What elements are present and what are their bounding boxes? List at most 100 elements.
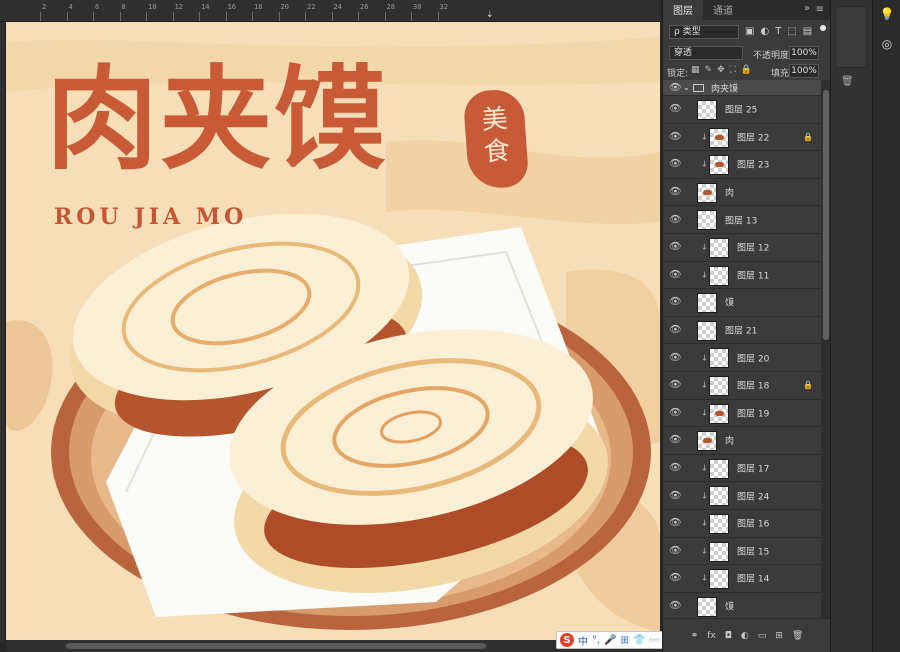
layer-row[interactable]: 👁 肉 (663, 427, 821, 455)
eye-icon[interactable]: 👁 (669, 269, 682, 280)
layer-thumbnail[interactable] (697, 320, 717, 341)
layer-thumbnail[interactable] (709, 265, 729, 286)
more-icon[interactable]: ⋯ (649, 635, 659, 646)
lock-position-icon[interactable]: ✥ (717, 65, 725, 75)
layer-row[interactable]: 👁 ↓ 图层 17 (663, 455, 821, 483)
eye-icon[interactable]: 👁 (669, 82, 682, 93)
eye-icon[interactable]: 👁 (669, 600, 682, 611)
eye-icon[interactable]: 👁 (669, 407, 682, 418)
layer-row[interactable]: 👁 ↓ 图层 19 (663, 400, 821, 428)
layer-row[interactable]: 👁 馍 (663, 289, 821, 317)
collapse-panel-icon[interactable]: » (804, 3, 810, 14)
layer-thumbnail[interactable] (709, 348, 729, 369)
link-layers-icon[interactable]: ⚭ (691, 631, 699, 641)
layer-mask-icon[interactable]: ◘ (725, 631, 732, 641)
eye-icon[interactable]: 👁 (669, 325, 682, 336)
layer-row[interactable]: 👁 ↓ 图层 24 (663, 482, 821, 510)
tab-channels[interactable]: 通道 (703, 0, 743, 20)
layer-row[interactable]: 👁 馍 (663, 593, 821, 618)
layer-thumbnail[interactable] (697, 210, 717, 231)
eye-icon[interactable]: 👁 (669, 463, 682, 474)
layer-row[interactable]: 👁 ↓ 图层 14 (663, 565, 821, 593)
layer-row[interactable]: 👁 ↓ 图层 16 (663, 510, 821, 538)
eye-icon[interactable]: 👁 (669, 573, 682, 584)
layer-row[interactable]: 👁 ↓ 图层 20 (663, 344, 821, 372)
microphone-icon[interactable]: 🎤 (604, 635, 616, 646)
layer-thumbnail[interactable] (709, 375, 729, 396)
delete-layer-icon[interactable]: 🗑 (792, 631, 803, 641)
blend-mode-select[interactable]: 穿透 (669, 46, 743, 60)
layer-thumbnail[interactable] (709, 155, 729, 176)
ime-mode-toggle[interactable]: 中 (578, 633, 588, 648)
new-layer-icon[interactable]: ⊞ (775, 631, 783, 641)
layer-thumbnail[interactable] (697, 293, 717, 314)
libraries-icon[interactable]: ◎ (879, 36, 895, 52)
eye-icon[interactable]: 👁 (669, 214, 682, 225)
ime-toolbar[interactable]: S 中 °, 🎤 ⊞ 👕 ⋯ (556, 631, 676, 649)
layer-thumbnail[interactable] (709, 403, 729, 424)
eye-icon[interactable]: 👁 (669, 297, 682, 308)
layer-thumbnail[interactable] (709, 237, 729, 258)
type-filter-icon[interactable]: T (775, 26, 781, 37)
layer-row[interactable]: 👁 图层 21 (663, 317, 821, 345)
layer-row[interactable]: 👁 ↓ 图层 11 (663, 262, 821, 290)
layer-row[interactable]: 👁 ↓ 图层 23 (663, 151, 821, 179)
layer-row[interactable]: 👁 图层 25 (663, 96, 821, 124)
learn-lightbulb-icon[interactable]: 💡 (879, 6, 895, 22)
eye-icon[interactable]: 👁 (669, 159, 682, 170)
scrollbar-thumb[interactable] (66, 643, 486, 649)
pixel-filter-icon[interactable]: ▣ (745, 26, 754, 37)
collapsed-panel[interactable] (835, 6, 867, 68)
lock-transparent-icon[interactable]: ▦ (691, 65, 700, 75)
adjustment-filter-icon[interactable]: ◐ (760, 26, 769, 37)
scrollbar-thumb[interactable] (823, 90, 829, 340)
lock-image-icon[interactable]: ✎ (705, 65, 713, 75)
layer-thumbnail[interactable] (697, 596, 717, 617)
layer-thumbnail[interactable] (697, 431, 717, 452)
eye-icon[interactable]: 👁 (669, 545, 682, 556)
keyboard-icon[interactable]: ⊞ (621, 635, 629, 646)
eye-icon[interactable]: 👁 (669, 435, 682, 446)
eye-icon[interactable]: 👁 (669, 104, 682, 115)
layer-row[interactable]: 👁 肉 (663, 179, 821, 207)
layer-thumbnail[interactable] (709, 127, 729, 148)
horizontal-ruler[interactable]: 2 4 6 8 10 12 14 16 18 20 22 24 26 28 30 32 ⇣ (0, 0, 660, 22)
ime-punctuation-toggle[interactable]: °, (592, 635, 600, 646)
smart-object-filter-icon[interactable]: ▤ (803, 26, 812, 37)
eye-icon[interactable]: 👁 (669, 352, 682, 363)
layer-row[interactable]: 👁 ↓ 图层 22 🔒 (663, 124, 821, 152)
document-canvas[interactable]: 肉夹馍 美 食 ROU JIA MO (6, 22, 660, 640)
eye-icon[interactable]: 👁 (669, 131, 682, 142)
adjustment-layer-icon[interactable]: ◐ (741, 631, 749, 641)
trash-icon[interactable]: 🗑 (841, 76, 854, 87)
panel-menu-icon[interactable]: ≡ (816, 4, 824, 15)
eye-icon[interactable]: 👁 (669, 380, 682, 391)
layer-thumbnail[interactable] (709, 569, 729, 590)
layer-thumbnail[interactable] (709, 513, 729, 534)
layer-thumbnail[interactable] (709, 486, 729, 507)
opacity-input[interactable]: 100% (789, 46, 819, 60)
tab-layers[interactable]: 图层 (663, 0, 703, 20)
layer-thumbnail[interactable] (697, 100, 717, 120)
layer-row[interactable]: 👁 图层 13 (663, 206, 821, 234)
layer-row[interactable]: 👁 ↓ 图层 12 (663, 234, 821, 262)
eye-icon[interactable]: 👁 (669, 490, 682, 501)
sogou-logo-icon[interactable]: S (560, 633, 574, 647)
layer-row[interactable]: 👁 ↓ 图层 15 (663, 538, 821, 566)
layer-group[interactable]: 👁 ⌄ 肉夹馍 (663, 80, 821, 96)
layer-thumbnail[interactable] (709, 458, 729, 479)
chevron-down-icon[interactable]: ⌄ (683, 83, 690, 92)
eye-icon[interactable]: 👁 (669, 242, 682, 253)
filter-toggle[interactable] (820, 25, 826, 31)
layer-thumbnail[interactable] (709, 541, 729, 562)
layer-row[interactable]: 👁 ↓ 图层 18 🔒 (663, 372, 821, 400)
eye-icon[interactable]: 👁 (669, 518, 682, 529)
fill-input[interactable]: 100% (789, 64, 819, 78)
shape-filter-icon[interactable]: ⬚ (787, 26, 796, 37)
skin-icon[interactable]: 👕 (633, 635, 645, 646)
layer-style-icon[interactable]: fx (707, 631, 716, 641)
layer-thumbnail[interactable] (697, 182, 717, 203)
new-group-icon[interactable]: ▭ (758, 631, 767, 641)
eye-icon[interactable]: 👁 (669, 187, 682, 198)
layer-filter-select[interactable]: ρ 类型 (669, 25, 739, 39)
